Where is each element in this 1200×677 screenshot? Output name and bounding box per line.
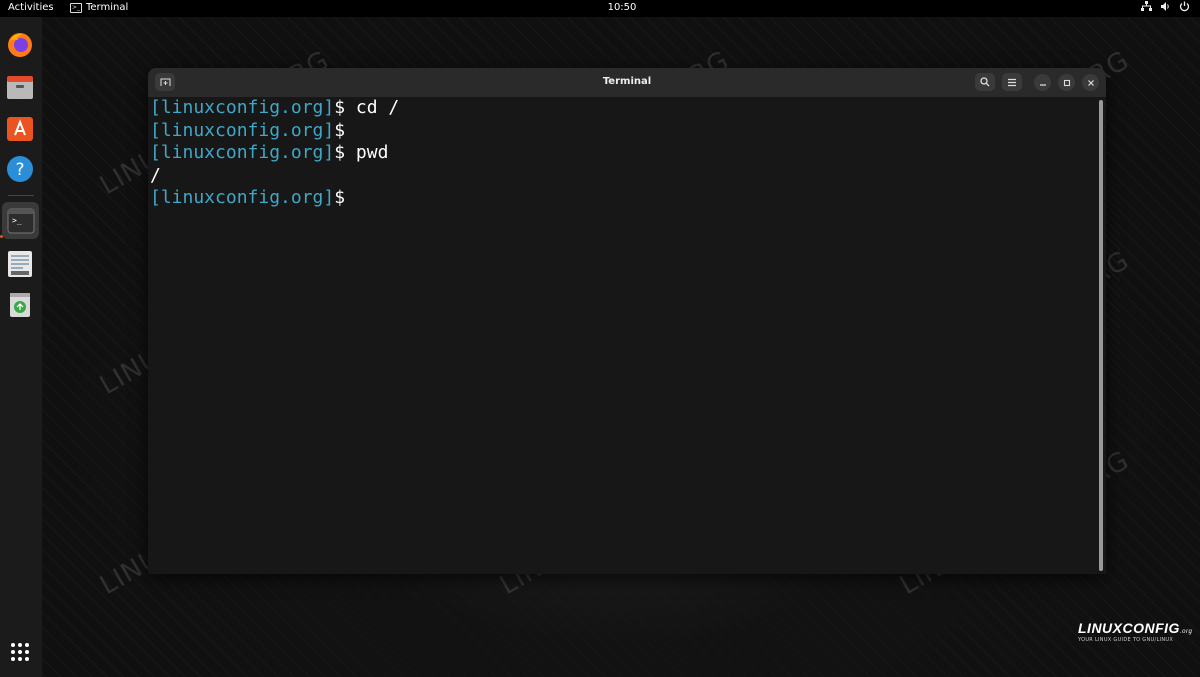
terminal-line: [linuxconfig.org]$ pwd bbox=[150, 142, 1100, 165]
dock: ? >_ bbox=[0, 17, 42, 677]
dock-item-text-editor[interactable] bbox=[5, 249, 35, 279]
power-icon bbox=[1179, 1, 1190, 12]
command-text: $ bbox=[334, 119, 346, 141]
shell-prompt: [linuxconfig.org] bbox=[150, 97, 335, 118]
dock-item-files[interactable] bbox=[5, 72, 35, 102]
command-text: $ cd / bbox=[334, 97, 400, 118]
files-icon bbox=[7, 76, 33, 99]
network-icon bbox=[1141, 1, 1152, 11]
dock-item-app-center[interactable] bbox=[5, 113, 35, 143]
activities-button[interactable]: Activities bbox=[8, 2, 54, 13]
help-icon: ? bbox=[7, 156, 33, 182]
close-button[interactable] bbox=[1082, 74, 1099, 91]
terminal-icon: >_ bbox=[70, 2, 82, 13]
svg-text:?: ? bbox=[15, 160, 24, 180]
minimize-icon bbox=[1039, 83, 1046, 86]
command-text: $ bbox=[334, 187, 346, 208]
dock-item-help[interactable]: ? bbox=[5, 154, 35, 184]
window-title: Terminal bbox=[602, 76, 652, 87]
hamburger-menu-icon bbox=[1008, 78, 1016, 86]
minimize-button[interactable] bbox=[1034, 74, 1051, 91]
shell-prompt: [linuxconfig.org] bbox=[150, 142, 335, 163]
logo-suffix: .org bbox=[1179, 629, 1193, 635]
terminal-icon: >_ bbox=[7, 208, 34, 233]
linuxconfig-logo: LINUXCONFIG.org YOUR LINUX GUIDE TO GNU/… bbox=[1078, 620, 1192, 643]
menu-button[interactable] bbox=[1002, 73, 1022, 91]
output-text: / bbox=[150, 164, 161, 186]
terminal-line: [linuxconfig.org]$ cd / bbox=[150, 97, 1100, 120]
shell-prompt: [linuxconfig.org] bbox=[150, 119, 335, 141]
app-grid-icon bbox=[11, 643, 29, 661]
terminal-line: / bbox=[150, 165, 1100, 188]
svg-text:>_: >_ bbox=[12, 216, 22, 225]
dock-separator bbox=[8, 195, 34, 196]
app-menu[interactable]: >_ Terminal bbox=[70, 2, 128, 13]
shell-prompt: [linuxconfig.org] bbox=[150, 187, 335, 208]
terminal-line: [linuxconfig.org]$ bbox=[150, 187, 1100, 210]
maximize-button[interactable] bbox=[1058, 74, 1075, 91]
trash-icon bbox=[10, 293, 30, 317]
dock-item-terminal[interactable]: >_ bbox=[2, 202, 39, 239]
dock-item-trash[interactable] bbox=[5, 290, 35, 320]
firefox-icon bbox=[8, 33, 32, 57]
top-bar: Activities >_ Terminal 10:50 bbox=[0, 0, 1200, 17]
dock-item-firefox[interactable] bbox=[5, 30, 35, 60]
system-tray[interactable] bbox=[1141, 1, 1190, 12]
close-icon bbox=[1087, 79, 1094, 86]
search-icon bbox=[980, 77, 990, 87]
clock[interactable]: 10:50 bbox=[600, 2, 644, 13]
command-text: $ pwd bbox=[334, 142, 389, 163]
terminal-window: Terminal [linuxconfig.org]$ cd / [linuxc… bbox=[148, 68, 1106, 574]
app-center-icon bbox=[7, 117, 33, 141]
search-button[interactable] bbox=[975, 73, 995, 91]
logo-tagline: YOUR LINUX GUIDE TO GNU/LINUX bbox=[1078, 637, 1174, 643]
app-menu-label: Terminal bbox=[86, 2, 129, 13]
show-apps-button[interactable] bbox=[5, 637, 35, 667]
terminal-line: [linuxconfig.org]$ bbox=[150, 120, 1100, 143]
terminal-output[interactable]: [linuxconfig.org]$ cd / [linuxconfig.org… bbox=[150, 97, 1100, 574]
text-editor-icon bbox=[8, 251, 32, 277]
logo-brand: LINUXCONFIG bbox=[1078, 620, 1180, 636]
title-bar[interactable]: Terminal bbox=[148, 68, 1106, 97]
maximize-icon bbox=[1063, 79, 1070, 86]
volume-icon bbox=[1161, 2, 1169, 11]
scrollbar[interactable] bbox=[1099, 100, 1103, 571]
